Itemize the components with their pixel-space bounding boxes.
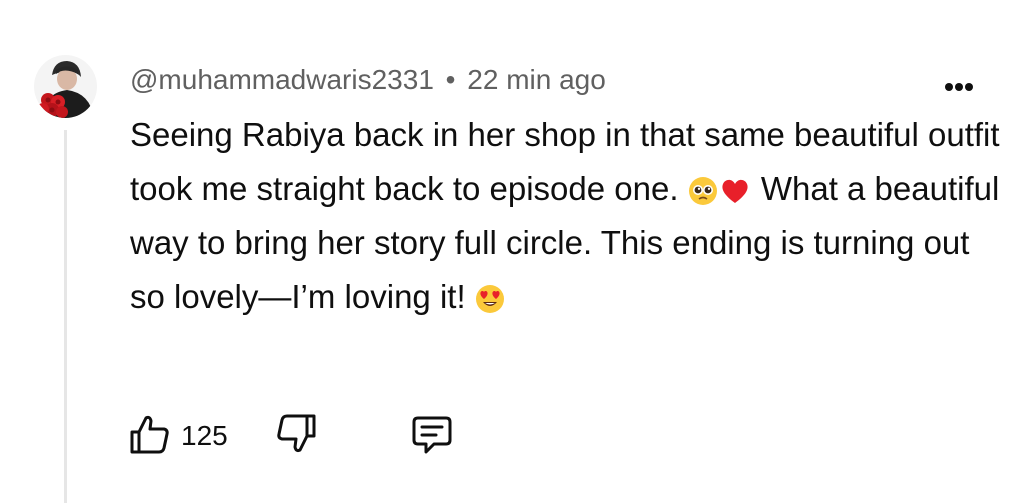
pleading-face-emoji [688,177,717,205]
heart-eyes-emoji [475,285,504,313]
comment-text: Seeing Rabiya back in her shop in that s… [130,108,1010,324]
meta-separator: • [445,64,456,95]
avatar[interactable] [34,55,97,118]
red-heart-emoji [722,179,748,203]
like-count: 125 [181,420,228,451]
reply-button[interactable] [410,412,454,456]
author-handle[interactable]: @muhammadwaris2331 [130,64,434,95]
reply-icon [412,416,452,454]
thumbs-up-icon [130,415,169,454]
comment-meta: @muhammadwaris2331 • 22 min ago [130,60,606,100]
more-vertical-icon [945,83,973,91]
more-options-button[interactable] [938,72,978,102]
thread-line [64,130,67,503]
thumbs-down-icon [277,414,316,453]
like-button[interactable] [128,412,172,456]
dislike-button[interactable] [274,412,318,456]
comment-timestamp[interactable]: 22 min ago [467,64,606,95]
avatar-image [34,55,97,118]
